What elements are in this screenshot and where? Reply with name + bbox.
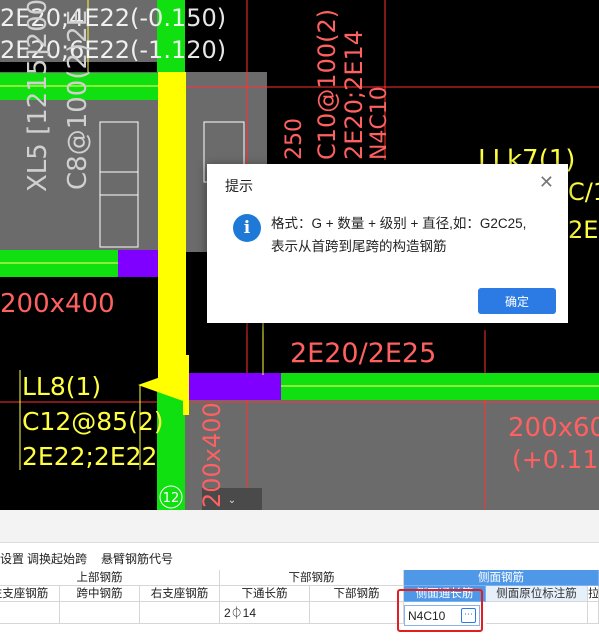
- dialog-message-line: 格式：G + 数量 + 级别 + 直径,如：G2C25,: [271, 216, 527, 231]
- column-header[interactable]: 下部钢筋: [310, 586, 404, 602]
- beam-annotation: 2E20;2E14: [340, 30, 368, 160]
- beam-annotation: XL5 [1215]200: [23, 0, 53, 192]
- table-cell[interactable]: [310, 602, 404, 624]
- cantilever-code-button[interactable]: 悬臂钢筋代号: [101, 550, 173, 567]
- beam-annotation: 2E: [568, 216, 598, 244]
- column-header[interactable]: 右支座钢筋: [140, 586, 220, 602]
- rebar-panel: 设置 调换起始跨 悬臂钢筋代号 上部钢筋 下部钢筋 侧面钢筋 左支座钢筋 跨中钢…: [0, 510, 599, 641]
- beam-size-label: 200x600: [508, 413, 599, 443]
- beam-annotation: N4C10: [367, 86, 392, 160]
- beam-stirrup-label: C12@85(2): [22, 407, 164, 436]
- beam-elevation-label: (+0.110): [512, 445, 599, 474]
- table-cell[interactable]: [588, 602, 599, 624]
- group-header-side: 侧面钢筋: [404, 570, 599, 586]
- cad-drawing-canvas[interactable]: ⌄ 12 2E20;4E22(-0.150) 2E20;6E22(-1.120)…: [0, 0, 599, 510]
- table-cell[interactable]: [486, 602, 588, 624]
- beam-selected: [189, 373, 281, 400]
- column-header[interactable]: 侧面通长筋: [404, 586, 486, 602]
- beam-annotation: C10@100(2): [313, 9, 341, 160]
- table-cell[interactable]: [0, 602, 60, 624]
- beam-name-label: LL8(1): [22, 372, 101, 401]
- beam-annotation: 250: [282, 118, 307, 160]
- chevron-down-icon: ⌄: [228, 495, 236, 506]
- dialog-message-line: 表示从首跨到尾跨的构造钢筋: [271, 239, 447, 254]
- table-cell-bottom-long[interactable]: 2⏀14: [220, 602, 310, 624]
- hint-dialog: 提示 ✕ i 格式：G + 数量 + 级别 + 直径,如：G2C25, 表示从首…: [207, 164, 568, 323]
- column-header[interactable]: 侧面原位标注筋: [486, 586, 588, 602]
- beam-annotation: C8@100(2)2E: [63, 10, 93, 190]
- column-header[interactable]: 拉: [588, 586, 599, 602]
- beam-size-label: 200x400: [198, 402, 226, 508]
- beam-size-label: 200x400: [0, 289, 115, 319]
- swap-start-span-button[interactable]: 调换起始跨: [27, 550, 87, 567]
- column: [158, 72, 186, 382]
- column-header[interactable]: 跨中钢筋: [60, 586, 140, 602]
- column-header[interactable]: 左支座钢筋: [0, 586, 60, 602]
- dialog-title: 提示: [225, 178, 253, 194]
- group-header-top: 上部钢筋: [0, 570, 220, 586]
- close-icon[interactable]: ✕: [539, 172, 554, 192]
- group-header-bottom: 下部钢筋: [220, 570, 404, 586]
- column-header[interactable]: 下通长筋: [220, 586, 310, 602]
- ok-button[interactable]: 确定: [478, 288, 556, 314]
- info-icon: i: [233, 214, 261, 242]
- beam-bars-label: 2E20/2E25: [290, 338, 436, 369]
- ellipsis-icon[interactable]: ⋯: [461, 608, 476, 623]
- panel-splitter[interactable]: [0, 510, 599, 543]
- side-long-bar-input[interactable]: [408, 607, 458, 624]
- rebar-table: 上部钢筋 下部钢筋 侧面钢筋 左支座钢筋 跨中钢筋 右支座钢筋 下通长筋 下部钢…: [0, 570, 599, 641]
- grid-axis-label: 12: [163, 491, 180, 506]
- beam-selected: [118, 250, 158, 277]
- column: [183, 355, 189, 415]
- table-cell[interactable]: [60, 602, 140, 624]
- side-long-bar-editor[interactable]: ⋯: [404, 605, 480, 626]
- table-cell[interactable]: [140, 602, 220, 624]
- beam-bars-label: 2E22;2E22: [22, 442, 157, 471]
- beam-annotation: C/15: [568, 178, 599, 206]
- dialog-message: 格式：G + 数量 + 级别 + 直径,如：G2C25, 表示从首跨到尾跨的构造…: [271, 212, 556, 258]
- settings-button[interactable]: 设置: [0, 550, 24, 567]
